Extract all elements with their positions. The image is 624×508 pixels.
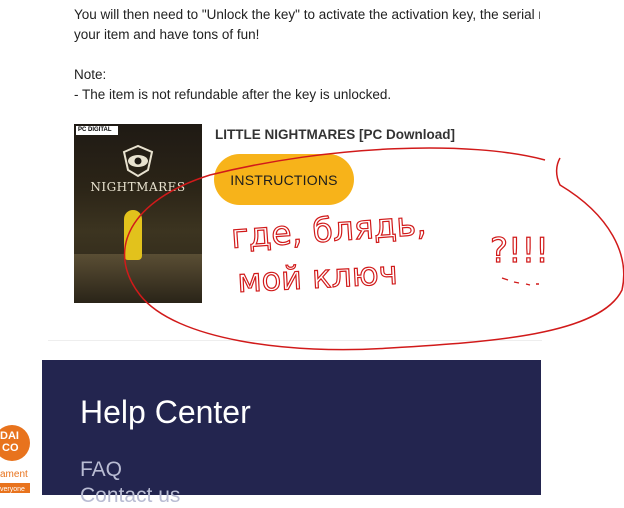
product-title[interactable]: LITTLE NIGHTMARES [PC Download]	[215, 127, 455, 142]
cover-title: NIGHTMARES	[90, 180, 186, 194]
handwritten-line-2: мой ключ	[236, 254, 398, 300]
section-divider	[48, 340, 542, 341]
cover-character	[124, 210, 142, 260]
product-cover-image[interactable]: PC DIGITAL NIGHTMARES	[74, 124, 202, 303]
cover-scenery	[74, 254, 202, 303]
note-text: - The item is not refundable after the k…	[74, 87, 392, 102]
instructions-button[interactable]: INSTRUCTIONS	[214, 154, 354, 205]
contact-us-link[interactable]: Contact us	[80, 484, 180, 508]
help-center-title: Help Center	[80, 394, 251, 430]
note-label: Note:	[74, 67, 107, 82]
logo-text-3: ament	[0, 469, 28, 480]
eye-logo-icon	[122, 144, 154, 178]
logo-text-4: veryone	[0, 486, 25, 493]
faq-link[interactable]: FAQ	[80, 458, 122, 482]
handwritten-line-1: где, блядь,	[230, 203, 428, 256]
handwritten-mark: ?!!!	[490, 231, 549, 271]
help-center-panel: Help Center FAQ Contact us	[42, 360, 541, 507]
brand-logo: DAI CO ament veryone	[0, 421, 30, 495]
intro-text-line-2: your item and have tons of fun!	[74, 27, 260, 42]
pc-digital-badge: PC DIGITAL	[76, 126, 118, 135]
logo-text-1: DAI	[0, 430, 19, 442]
intro-text-line-1: You will then need to "Unlock the key" t…	[74, 7, 540, 22]
logo-text-2: CO	[2, 442, 19, 454]
